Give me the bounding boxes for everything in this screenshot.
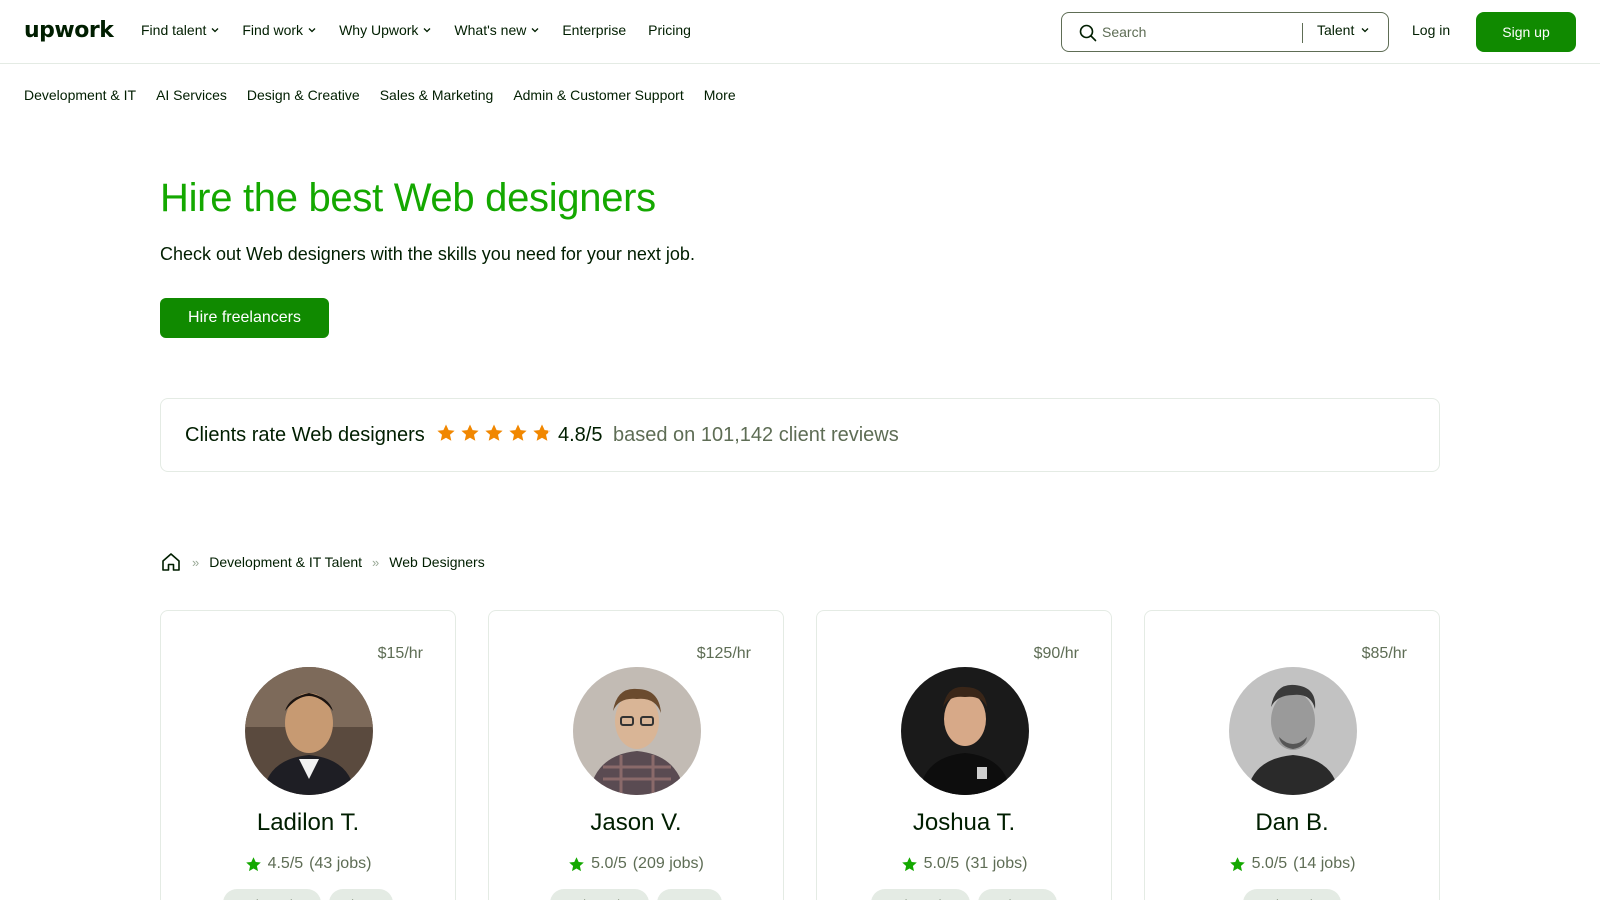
jobs-count: (43 jobs) bbox=[309, 855, 372, 872]
skill-chips: Web Design CSS 3 bbox=[489, 889, 783, 900]
hourly-rate: $90/hr bbox=[1033, 645, 1079, 662]
freelancer-rating: 5.0/5 (14 jobs) bbox=[1145, 855, 1439, 873]
jobs-count: (209 jobs) bbox=[632, 855, 704, 872]
freelancer-name: Ladilon T. bbox=[256, 809, 360, 836]
home-icon[interactable] bbox=[160, 551, 182, 573]
upwork-logo[interactable]: upwork bbox=[24, 18, 114, 43]
breadcrumb-development-it-talent[interactable]: Development & IT Talent bbox=[209, 554, 362, 570]
skill-chip[interactable]: Figma bbox=[329, 889, 394, 900]
jobs-count: (14 jobs) bbox=[1293, 855, 1356, 872]
search-scope-label: Talent bbox=[1317, 22, 1355, 38]
freelancer-name: Jason V. bbox=[590, 809, 682, 836]
avatar bbox=[573, 667, 701, 795]
nav-label: What's new bbox=[454, 22, 527, 38]
breadcrumb-separator: » bbox=[192, 554, 200, 570]
freelancer-name: Dan B. bbox=[1255, 809, 1329, 836]
search-input[interactable] bbox=[1102, 21, 1292, 43]
nav-label: Why Upwork bbox=[339, 22, 419, 38]
category-admin-support[interactable]: Admin & Customer Support bbox=[513, 87, 683, 103]
search-icon bbox=[1079, 24, 1097, 42]
star-icon bbox=[1229, 856, 1245, 871]
freelancer-card[interactable]: $125/hr Jason V. 5.0/5 (209 jobs) Web De… bbox=[488, 610, 784, 900]
rating-value: 4.5/5 bbox=[267, 855, 304, 872]
star-icon bbox=[901, 856, 917, 871]
rating-value: 5.0/5 bbox=[923, 855, 960, 872]
category-sales-marketing[interactable]: Sales & Marketing bbox=[380, 87, 494, 103]
rating-value: 5.0/5 bbox=[591, 855, 627, 872]
breadcrumb-separator: » bbox=[372, 554, 380, 570]
star-icon bbox=[509, 424, 527, 441]
skill-chips: Web Design Figma bbox=[161, 889, 455, 900]
main-nav: Find talent Find work Why Upwork What's … bbox=[141, 22, 691, 38]
search-box: Talent bbox=[1061, 12, 1389, 52]
skill-chip[interactable]: Web Design bbox=[1242, 889, 1342, 900]
rating-stars bbox=[436, 423, 552, 443]
star-icon bbox=[245, 856, 261, 871]
jobs-count: (31 jobs) bbox=[965, 855, 1028, 872]
freelancer-card[interactable]: $90/hr Joshua T. 5.0/5 (31 jobs) Web Des… bbox=[816, 610, 1112, 900]
client-rating-box: Clients rate Web designers 4.8/5 based o… bbox=[160, 398, 1440, 472]
freelancer-card[interactable]: $85/hr Dan B. 5.0/5 (14 jobs) Web Design bbox=[1144, 610, 1440, 900]
category-design-creative[interactable]: Design & Creative bbox=[247, 87, 360, 103]
skill-chip[interactable]: Web Design bbox=[549, 889, 649, 900]
rating-label: Clients rate Web designers bbox=[185, 424, 425, 446]
nav-enterprise[interactable]: Enterprise bbox=[562, 22, 626, 38]
breadcrumb-web-designers: Web Designers bbox=[389, 554, 485, 570]
skill-chips: Web Design bbox=[1145, 889, 1439, 900]
chevron-down-icon bbox=[1361, 28, 1369, 33]
category-development-it[interactable]: Development & IT bbox=[24, 87, 136, 103]
freelancer-rating: 5.0/5 (31 jobs) bbox=[817, 855, 1111, 873]
skill-chip[interactable]: HubSpot bbox=[977, 889, 1057, 900]
freelancer-rating: 5.0/5 (209 jobs) bbox=[489, 855, 783, 873]
star-icon bbox=[485, 424, 503, 441]
category-nav: Development & IT AI Services Design & Cr… bbox=[24, 87, 736, 103]
star-icon bbox=[569, 856, 584, 871]
category-more[interactable]: More bbox=[704, 87, 736, 103]
chevron-down-icon bbox=[423, 28, 431, 33]
hourly-rate: $125/hr bbox=[696, 645, 751, 662]
freelancer-name: Joshua T. bbox=[912, 809, 1016, 836]
star-icon bbox=[461, 424, 479, 441]
page-subtitle: Check out Web designers with the skills … bbox=[160, 244, 695, 264]
nav-whats-new[interactable]: What's new bbox=[454, 22, 540, 38]
nav-label: Enterprise bbox=[562, 22, 627, 38]
nav-label: Find talent bbox=[141, 22, 207, 38]
rating-score: 4.8/5 bbox=[558, 424, 603, 446]
hire-freelancers-button[interactable]: Hire freelancers bbox=[160, 298, 329, 338]
star-icon bbox=[437, 424, 455, 441]
hourly-rate: $85/hr bbox=[1361, 645, 1407, 662]
login-link[interactable]: Log in bbox=[1412, 22, 1450, 38]
hourly-rate: $15/hr bbox=[377, 645, 423, 662]
skill-chip[interactable]: Web Design bbox=[871, 889, 970, 900]
chevron-down-icon bbox=[308, 28, 316, 33]
search-scope-select[interactable]: Talent bbox=[1317, 22, 1370, 38]
chevron-down-icon bbox=[531, 28, 539, 33]
nav-find-talent[interactable]: Find talent bbox=[141, 22, 220, 38]
freelancer-card[interactable]: $15/hr Ladilon T. 4.5/5 (43 jobs) Web De… bbox=[160, 610, 456, 900]
page-title: Hire the best Web designers bbox=[160, 176, 656, 220]
skill-chip[interactable]: CSS 3 bbox=[656, 889, 723, 900]
avatar bbox=[901, 667, 1029, 795]
search-divider bbox=[1302, 23, 1303, 43]
nav-pricing[interactable]: Pricing bbox=[648, 22, 691, 38]
nav-why-upwork[interactable]: Why Upwork bbox=[339, 22, 432, 38]
signup-button[interactable]: Sign up bbox=[1476, 12, 1576, 52]
breadcrumb: » Development & IT Talent » Web Designer… bbox=[160, 551, 485, 573]
nav-find-work[interactable]: Find work bbox=[242, 22, 317, 38]
freelancer-rating: 4.5/5 (43 jobs) bbox=[161, 855, 455, 873]
avatar bbox=[245, 667, 373, 795]
skill-chips: Web Design HubSpot bbox=[817, 889, 1111, 900]
skill-chip[interactable]: Web Design bbox=[222, 889, 322, 900]
nav-label: Find work bbox=[242, 22, 304, 38]
nav-label: Pricing bbox=[648, 22, 691, 38]
avatar bbox=[1229, 667, 1357, 795]
rating-value: 5.0/5 bbox=[1251, 855, 1288, 872]
rating-review-count: based on 101,142 client reviews bbox=[613, 424, 899, 446]
chevron-down-icon bbox=[211, 28, 219, 33]
top-navbar: upwork Find talent Find work Why Upwork … bbox=[0, 0, 1600, 64]
star-half-icon bbox=[533, 424, 551, 441]
category-ai-services[interactable]: AI Services bbox=[156, 87, 227, 103]
